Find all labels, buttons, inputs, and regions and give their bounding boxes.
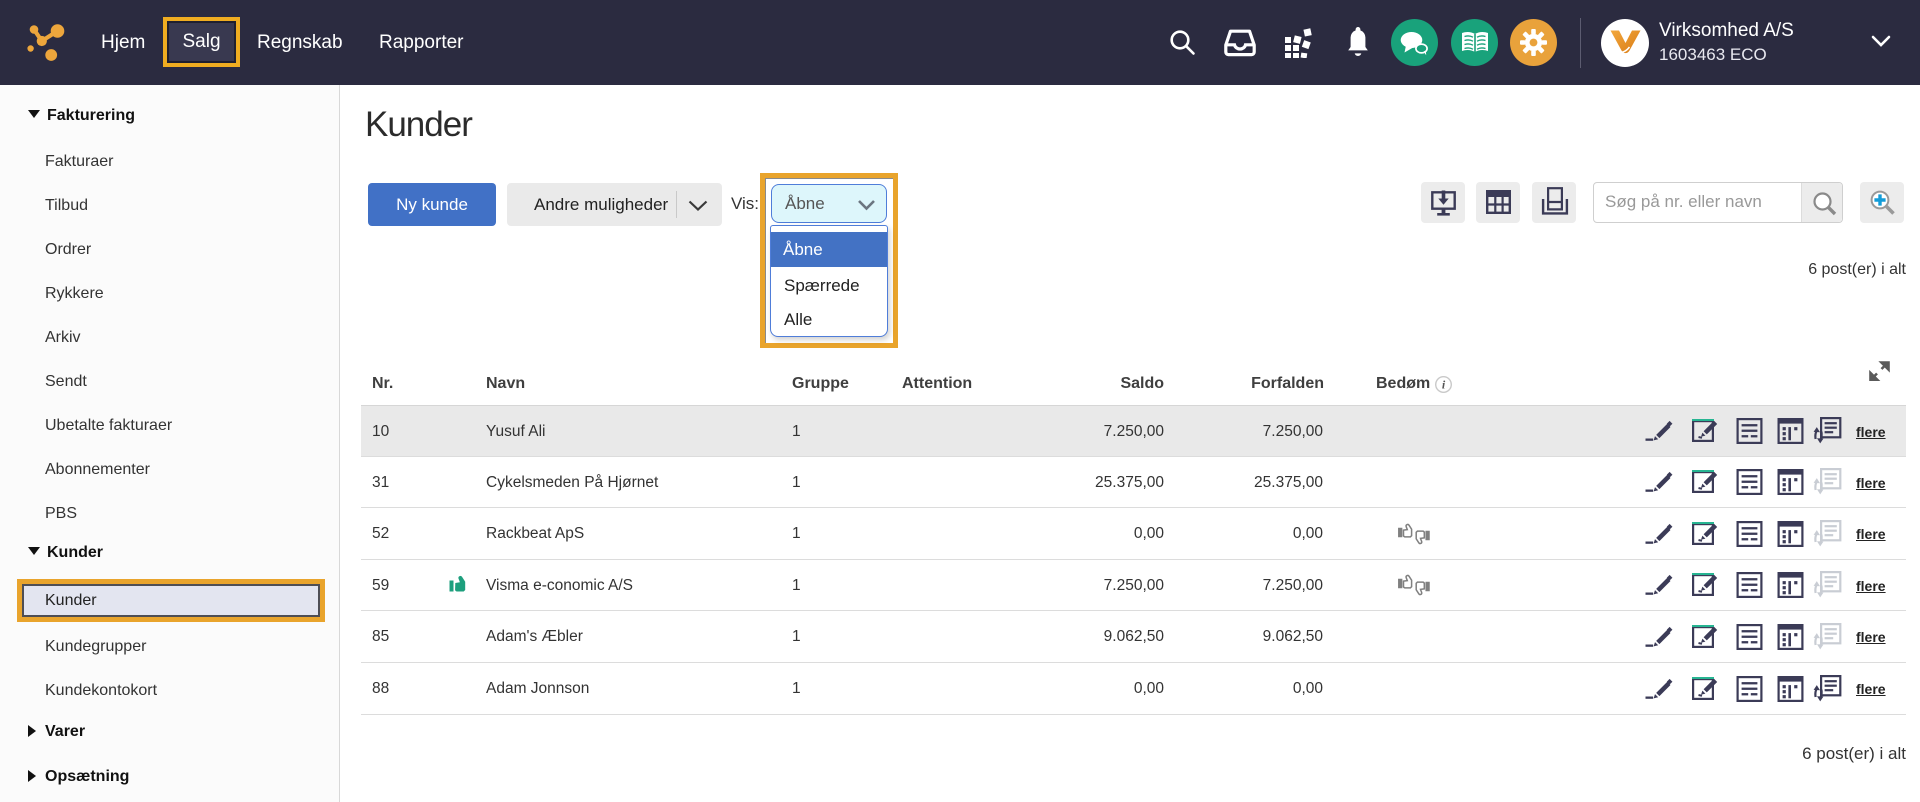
svg-text:i: i xyxy=(1442,378,1446,392)
